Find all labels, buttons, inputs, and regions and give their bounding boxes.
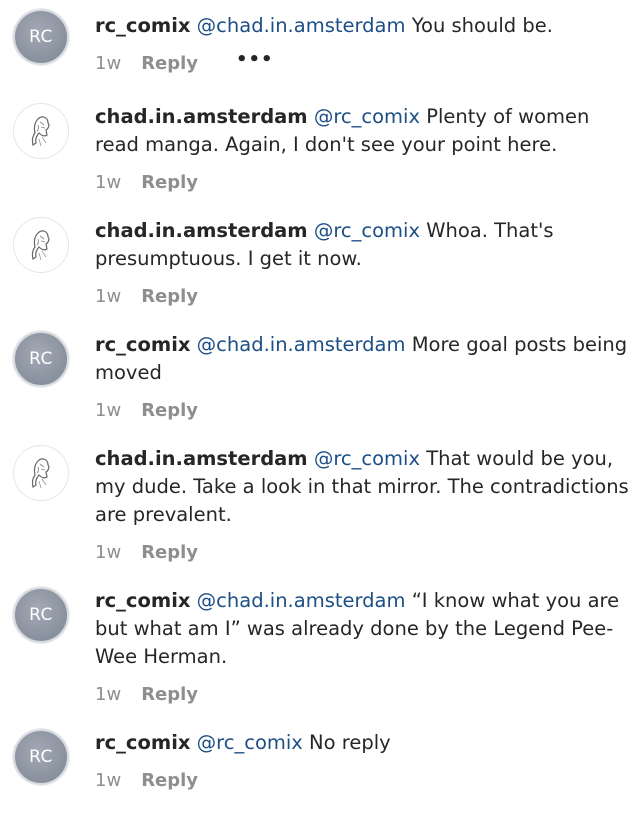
reply-button[interactable]: Reply (141, 542, 198, 563)
mention-link[interactable]: @rc_comix (314, 447, 420, 470)
comment-body: chad.in.amsterdam @rc_comix That would b… (95, 445, 644, 563)
comment-body: rc_comix @chad.in.amsterdam “I know what… (95, 587, 644, 705)
comment-text: chad.in.amsterdam @rc_comix Plenty of wo… (95, 103, 630, 159)
reply-button[interactable]: Reply (141, 400, 198, 421)
comment-thread: RC rc_comix @chad.in.amsterdam You shoul… (0, 0, 644, 819)
comment-meta: 1w Reply (95, 770, 630, 791)
sketch-portrait-icon (31, 458, 50, 489)
comment-text: chad.in.amsterdam @rc_comix Whoa. That's… (95, 217, 630, 273)
avatar-column (0, 103, 95, 159)
comment-item: RC rc_comix @chad.in.amsterdam More goal… (0, 331, 644, 445)
comment-item: RC rc_comix @chad.in.amsterdam You shoul… (0, 0, 644, 103)
username-link[interactable]: rc_comix (95, 731, 190, 754)
comment-body: rc_comix @rc_comix No reply 1w Reply (95, 729, 644, 791)
comment-text: rc_comix @chad.in.amsterdam You should b… (95, 0, 630, 40)
avatar[interactable] (13, 217, 69, 273)
reply-button[interactable]: Reply (141, 684, 198, 705)
comment-content: No reply (309, 731, 391, 754)
comment-meta: 1w Reply (95, 286, 630, 307)
mention-link[interactable]: @chad.in.amsterdam (197, 589, 406, 612)
avatar-column: RC (0, 0, 95, 65)
comment-text: chad.in.amsterdam @rc_comix That would b… (95, 445, 630, 529)
mention-link[interactable]: @chad.in.amsterdam (197, 333, 406, 356)
comment-text: rc_comix @rc_comix No reply (95, 729, 630, 757)
reply-button[interactable]: Reply (141, 770, 198, 791)
username-link[interactable]: chad.in.amsterdam (95, 219, 308, 242)
username-link[interactable]: rc_comix (95, 589, 190, 612)
mention-link[interactable]: @rc_comix (197, 731, 303, 754)
avatar-column: RC (0, 331, 95, 387)
comment-meta: 1w Reply (95, 542, 630, 563)
reply-button[interactable]: Reply (141, 172, 198, 193)
username-link[interactable]: chad.in.amsterdam (95, 447, 308, 470)
reply-button[interactable]: Reply (141, 286, 198, 307)
avatar[interactable]: RC (13, 729, 69, 785)
timestamp[interactable]: 1w (95, 684, 121, 705)
mention-link[interactable]: @rc_comix (314, 105, 420, 128)
more-options-icon[interactable]: ••• (236, 49, 274, 70)
avatar[interactable]: RC (13, 9, 69, 65)
avatar-column (0, 445, 95, 501)
comment-meta: 1w Reply (95, 684, 630, 705)
timestamp[interactable]: 1w (95, 400, 121, 421)
avatar-column: RC (0, 587, 95, 643)
timestamp[interactable]: 1w (95, 542, 121, 563)
comment-body: chad.in.amsterdam @rc_comix Whoa. That's… (95, 217, 644, 307)
comment-item: RC rc_comix @chad.in.amsterdam “I know w… (0, 587, 644, 729)
comment-text: rc_comix @chad.in.amsterdam “I know what… (95, 587, 630, 671)
comment-text: rc_comix @chad.in.amsterdam More goal po… (95, 331, 630, 387)
comment-meta: 1w Reply (95, 172, 630, 193)
comment-body: rc_comix @chad.in.amsterdam More goal po… (95, 331, 644, 421)
avatar[interactable]: RC (13, 331, 69, 387)
avatar-column: RC (0, 729, 95, 785)
mention-link[interactable]: @rc_comix (314, 219, 420, 242)
reply-button[interactable]: Reply (141, 53, 198, 74)
username-link[interactable]: rc_comix (95, 333, 190, 356)
mention-link[interactable]: @chad.in.amsterdam (197, 14, 406, 37)
avatar[interactable] (13, 445, 69, 501)
sketch-portrait-icon (31, 116, 50, 147)
timestamp[interactable]: 1w (95, 53, 121, 74)
username-link[interactable]: rc_comix (95, 14, 190, 37)
avatar-column (0, 217, 95, 273)
comment-item: RC rc_comix @rc_comix No reply 1w Reply (0, 729, 644, 819)
sketch-portrait-icon (31, 230, 50, 261)
comment-meta: 1w Reply (95, 400, 630, 421)
avatar[interactable]: RC (13, 587, 69, 643)
comment-content: You should be. (411, 14, 553, 37)
comment-meta: 1w Reply ••• (95, 49, 630, 74)
comment-item: chad.in.amsterdam @rc_comix That would b… (0, 445, 644, 587)
comment-item: chad.in.amsterdam @rc_comix Whoa. That's… (0, 217, 644, 331)
comment-body: rc_comix @chad.in.amsterdam You should b… (95, 0, 644, 74)
comment-body: chad.in.amsterdam @rc_comix Plenty of wo… (95, 103, 644, 193)
comment-item: chad.in.amsterdam @rc_comix Plenty of wo… (0, 103, 644, 217)
avatar[interactable] (13, 103, 69, 159)
username-link[interactable]: chad.in.amsterdam (95, 105, 308, 128)
timestamp[interactable]: 1w (95, 286, 121, 307)
timestamp[interactable]: 1w (95, 770, 121, 791)
timestamp[interactable]: 1w (95, 172, 121, 193)
